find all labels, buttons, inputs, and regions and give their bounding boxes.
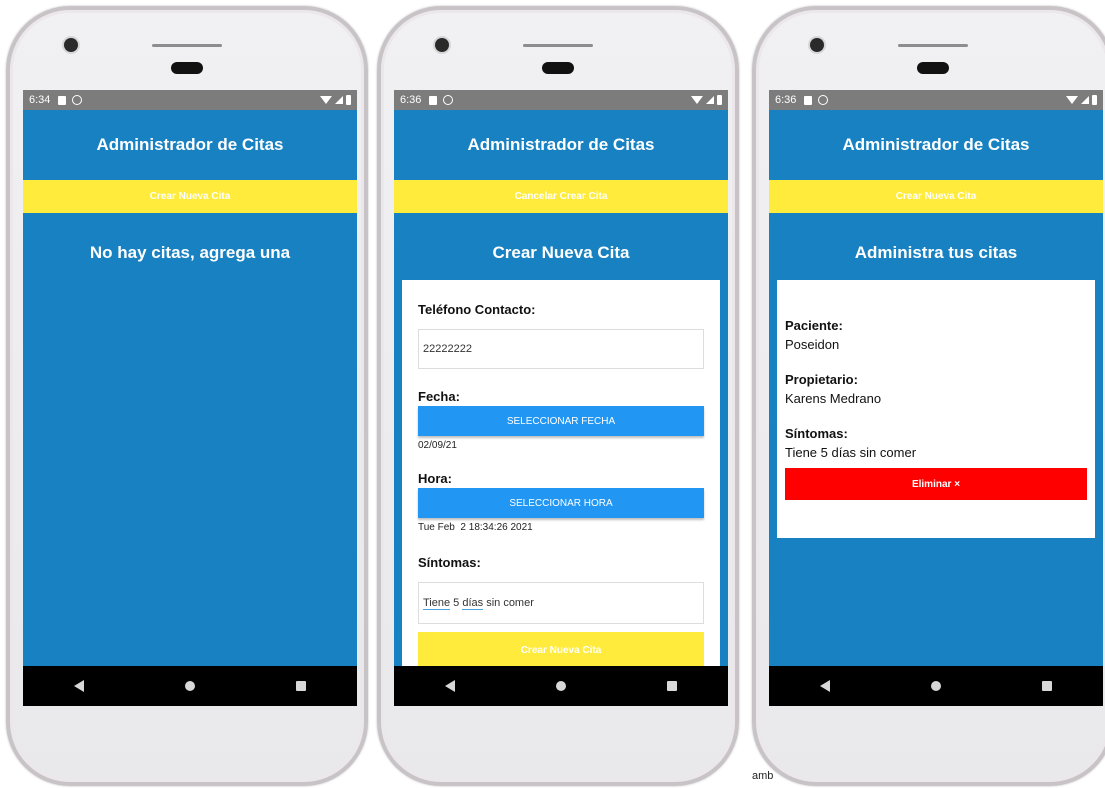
signal-icon	[706, 96, 714, 104]
battery-icon	[346, 95, 351, 105]
phone-3: 6:36 Administrador de Citas Crear Nueva …	[752, 6, 1105, 786]
sd-card-icon	[804, 95, 813, 105]
telefono-label: Teléfono Contacto:	[418, 302, 536, 317]
phone-2: 6:36 Administrador de Citas Cancelar Cre…	[377, 6, 739, 786]
cita-card: Paciente: Poseidon Propietario: Karens M…	[777, 280, 1095, 538]
sync-icon	[443, 95, 454, 105]
eliminar-button[interactable]: Eliminar ×	[785, 468, 1087, 500]
sintomas-word: días	[462, 596, 484, 610]
fecha-label: Fecha:	[418, 389, 460, 404]
sintomas-input[interactable]: Tiene 5 días sin comer	[418, 582, 704, 624]
app-title: Administrador de Citas	[467, 135, 655, 154]
wifi-icon	[320, 96, 332, 104]
sensor	[917, 62, 949, 74]
telefono-input[interactable]: 22222222	[418, 329, 704, 369]
sd-card-icon	[58, 95, 67, 105]
app-title: Administrador de Citas	[96, 135, 284, 154]
sintomas-value: Tiene 5 días sin comer	[785, 445, 917, 460]
recents-icon[interactable]	[296, 681, 307, 691]
form-card: Teléfono Contacto: 22222222 Fecha: SELEC…	[402, 280, 720, 706]
seleccionar-fecha-button[interactable]: SELECCIONAR FECHA	[418, 406, 704, 436]
sintomas-word: 5	[450, 597, 463, 609]
hora-label: Hora:	[418, 471, 452, 486]
screen: 6:36 Administrador de Citas Cancelar Cre…	[394, 90, 728, 706]
status-bar: 6:34	[23, 90, 357, 110]
app-title: Administrador de Citas	[842, 135, 1030, 154]
hora-value: Tue Feb 2 18:34:26 2021	[418, 522, 533, 533]
fecha-value: 02/09/21	[418, 440, 457, 451]
nav-bar	[23, 666, 357, 706]
signal-icon	[335, 96, 343, 104]
battery-icon	[1092, 95, 1097, 105]
status-time: 6:36	[400, 94, 422, 106]
nav-bar	[769, 666, 1103, 706]
recents-icon[interactable]	[667, 681, 678, 691]
home-icon[interactable]	[184, 681, 195, 691]
sync-icon	[72, 95, 83, 105]
phone-1: 6:34 Administrador de Citas Crear Nueva …	[6, 6, 368, 786]
battery-icon	[717, 95, 722, 105]
sensor	[542, 62, 574, 74]
sintomas-label: Síntomas:	[785, 426, 848, 441]
earpiece	[523, 44, 593, 47]
stray-text: amb	[752, 770, 774, 782]
camera	[810, 38, 824, 52]
crear-nueva-cita-button[interactable]: Crear Nueva Cita	[23, 180, 357, 213]
sync-icon	[818, 95, 829, 105]
sintomas-rest: sin comer	[483, 597, 534, 609]
signal-icon	[1081, 96, 1089, 104]
home-icon[interactable]	[555, 681, 566, 691]
telefono-value: 22222222	[423, 343, 472, 355]
recents-icon[interactable]	[1042, 681, 1053, 691]
wifi-icon	[691, 96, 703, 104]
home-icon[interactable]	[930, 681, 941, 691]
paciente-value: Poseidon	[785, 337, 840, 352]
sintomas-label: Síntomas:	[418, 555, 481, 570]
status-bar: 6:36	[394, 90, 728, 110]
screen: 6:36 Administrador de Citas Crear Nueva …	[769, 90, 1103, 706]
propietario-value: Karens Medrano	[785, 391, 882, 406]
nav-bar	[394, 666, 728, 706]
camera	[435, 38, 449, 52]
sintomas-word: Tiene	[423, 596, 451, 610]
sensor	[171, 62, 203, 74]
sd-card-icon	[429, 95, 438, 105]
crear-nueva-cita-submit[interactable]: Crear Nueva Cita	[418, 632, 704, 668]
status-time: 6:34	[29, 94, 51, 106]
earpiece	[898, 44, 968, 47]
cancelar-crear-cita-button[interactable]: Cancelar Crear Cita	[394, 180, 728, 213]
paciente-label: Paciente:	[785, 318, 843, 333]
wifi-icon	[1066, 96, 1078, 104]
back-icon[interactable]	[73, 680, 84, 692]
camera	[64, 38, 78, 52]
screen: 6:34 Administrador de Citas Crear Nueva …	[23, 90, 357, 706]
back-icon[interactable]	[819, 680, 830, 692]
list-heading: Administra tus citas	[854, 243, 1018, 262]
propietario-label: Propietario:	[785, 372, 858, 387]
empty-message: No hay citas, agrega una	[89, 243, 291, 262]
status-bar: 6:36	[769, 90, 1103, 110]
back-icon[interactable]	[444, 680, 455, 692]
earpiece	[152, 44, 222, 47]
status-time: 6:36	[775, 94, 797, 106]
crear-nueva-cita-button[interactable]: Crear Nueva Cita	[769, 180, 1103, 213]
form-heading: Crear Nueva Cita	[492, 243, 630, 262]
seleccionar-hora-button[interactable]: SELECCIONAR HORA	[418, 488, 704, 518]
